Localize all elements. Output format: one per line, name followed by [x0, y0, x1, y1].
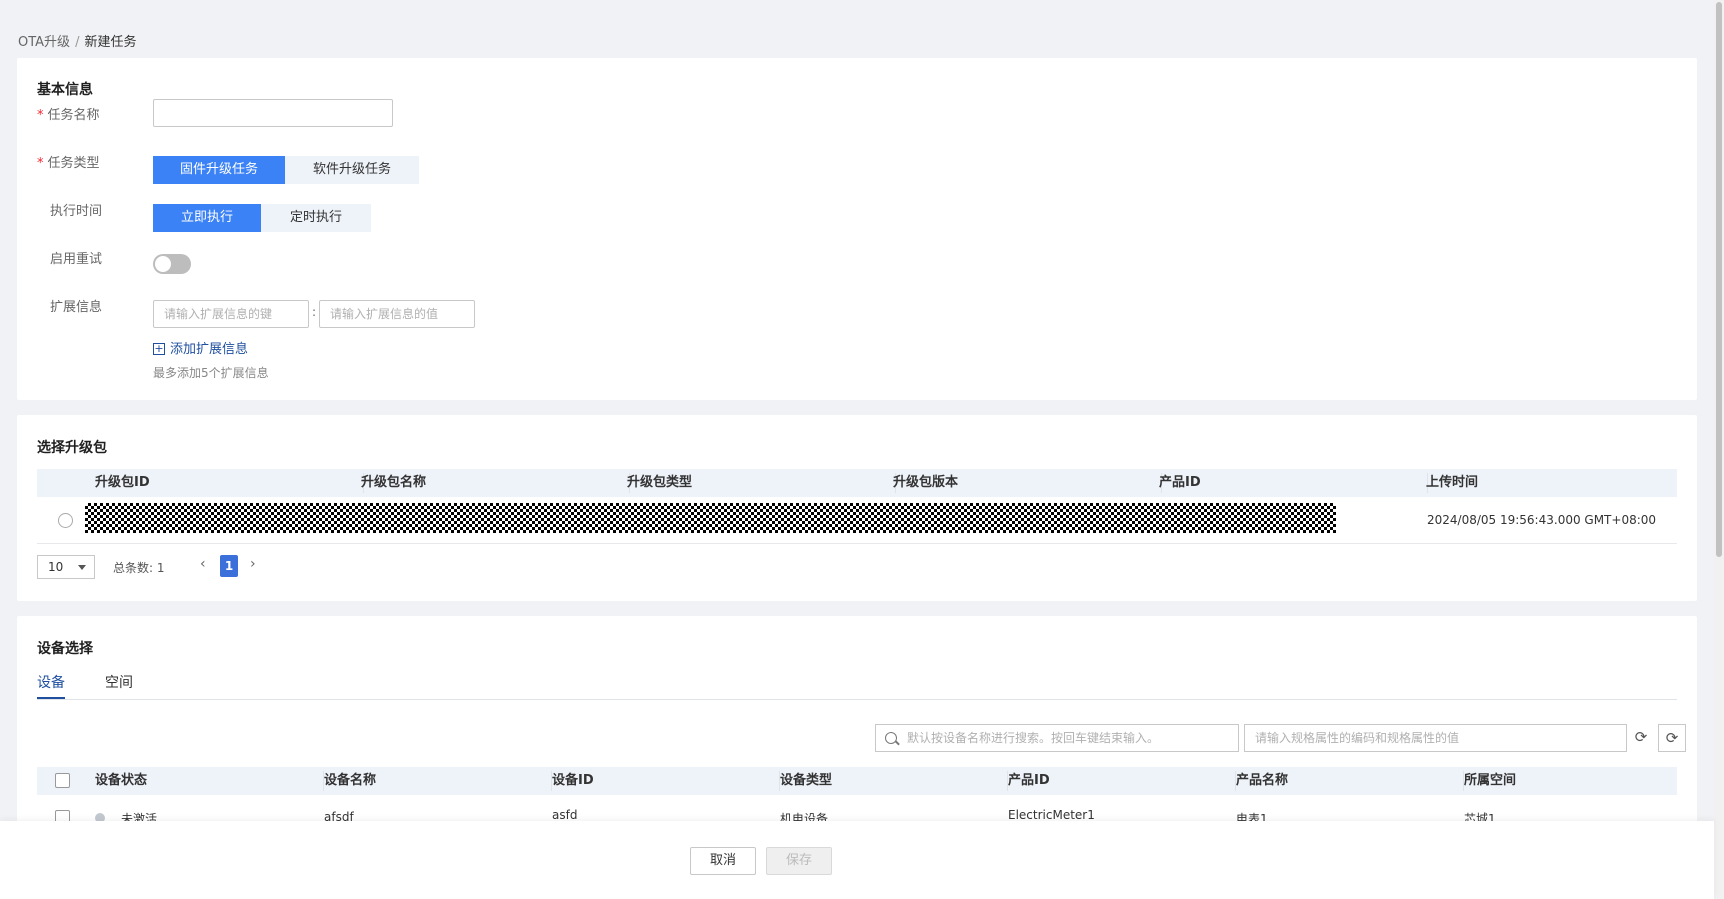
package-card: 选择升级包 升级包ID 升级包名称 升级包类型 升级包版本 产品ID 上传时间 …	[17, 415, 1697, 601]
refresh-button[interactable]: ⟳	[1658, 724, 1686, 752]
col-device-product-id: 产品ID	[1008, 773, 1050, 788]
page-size-select[interactable]: 10	[37, 555, 95, 579]
task-type-firmware-option[interactable]: 固件升级任务	[153, 156, 285, 184]
col-device-id: 设备ID	[552, 773, 594, 788]
retry-label: 启用重试	[50, 252, 103, 267]
cancel-button[interactable]: 取消	[690, 847, 756, 875]
package-row-radio[interactable]	[58, 513, 73, 528]
task-name-label: * 任务名称	[37, 108, 100, 123]
tab-device[interactable]: 设备	[37, 672, 65, 692]
caret-down-icon	[78, 565, 86, 570]
tab-space[interactable]: 空间	[105, 672, 133, 692]
exec-time-immediate-option[interactable]: 立即执行	[153, 204, 261, 232]
ext-info-hint: 最多添加5个扩展信息	[153, 366, 269, 380]
package-table-header: 升级包ID 升级包名称 升级包类型 升级包版本 产品ID 上传时间	[37, 469, 1677, 497]
basic-info-title: 基本信息	[37, 82, 93, 98]
col-product-name: 产品名称	[1236, 773, 1289, 788]
spec-filter-input[interactable]: 请输入规格属性的编码和规格属性的值	[1244, 724, 1627, 752]
ext-value-input[interactable]: 请输入扩展信息的值	[319, 300, 475, 328]
breadcrumb-separator: /	[75, 35, 80, 50]
exec-time-label: 执行时间	[50, 204, 103, 219]
col-device-name: 设备名称	[324, 773, 377, 788]
exec-time-scheduled-option[interactable]: 定时执行	[261, 204, 371, 232]
ext-info-label: 扩展信息	[50, 300, 103, 315]
redacted-package-fields	[85, 503, 1336, 533]
refresh-icon: ⟳	[1665, 729, 1679, 747]
package-title: 选择升级包	[37, 440, 107, 456]
device-id: asfd	[552, 808, 578, 822]
col-package-name: 升级包名称	[361, 475, 427, 490]
spec-refresh-icon[interactable]: ⟳	[1628, 725, 1654, 751]
task-type-software-option[interactable]: 软件升级任务	[285, 156, 419, 184]
ext-separator: :	[312, 305, 317, 319]
col-package-version: 升级包版本	[893, 475, 959, 490]
device-table-header: 设备状态 设备名称 设备ID 设备类型 产品ID 产品名称 所属空间	[37, 767, 1677, 795]
device-title: 设备选择	[37, 641, 93, 657]
task-name-input[interactable]	[153, 99, 393, 127]
toggle-knob	[155, 256, 171, 272]
col-device-status: 设备状态	[95, 773, 148, 788]
basic-info-card: 基本信息 * 任务名称 * 任务类型 固件升级任务 软件升级任务 执行时间 立即执行…	[17, 58, 1697, 400]
breadcrumb-current: 新建任务	[84, 35, 137, 50]
breadcrumb: OTA升级 / 新建任务	[18, 31, 136, 50]
page-number-current[interactable]: 1	[220, 555, 238, 577]
required-mark: *	[37, 156, 44, 171]
total-count: 总条数: 1	[113, 561, 165, 575]
col-upload-time: 上传时间	[1426, 475, 1479, 490]
package-upload-time: 2024/08/05 19:56:43.000 GMT+08:00	[1427, 513, 1657, 527]
col-device-type: 设备类型	[780, 773, 833, 788]
ext-key-input[interactable]: 请输入扩展信息的键	[153, 300, 309, 328]
prev-page-icon[interactable]: ‹	[200, 556, 206, 572]
device-product-id: ElectricMeter1	[1008, 808, 1095, 822]
page-scrollbar-thumb[interactable]	[1716, 2, 1722, 557]
task-type-label: * 任务类型	[37, 156, 100, 171]
col-package-type: 升级包类型	[627, 475, 693, 490]
col-product-id: 产品ID	[1159, 475, 1201, 490]
plus-square-icon: +	[153, 341, 165, 355]
col-space: 所属空间	[1464, 773, 1517, 788]
select-all-checkbox[interactable]	[55, 773, 70, 788]
save-button[interactable]: 保存	[766, 847, 832, 875]
required-mark: *	[37, 108, 44, 123]
next-page-icon[interactable]: ›	[250, 556, 256, 572]
device-search-input[interactable]: 默认按设备名称进行搜索。按回车键结束输入。	[875, 724, 1239, 752]
add-ext-info-link[interactable]: + 添加扩展信息	[153, 338, 248, 357]
breadcrumb-parent-link[interactable]: OTA升级	[18, 35, 70, 50]
col-package-id: 升级包ID	[95, 475, 150, 490]
footer-action-bar: 取消 保存	[0, 821, 1714, 899]
retry-toggle[interactable]	[153, 254, 191, 274]
